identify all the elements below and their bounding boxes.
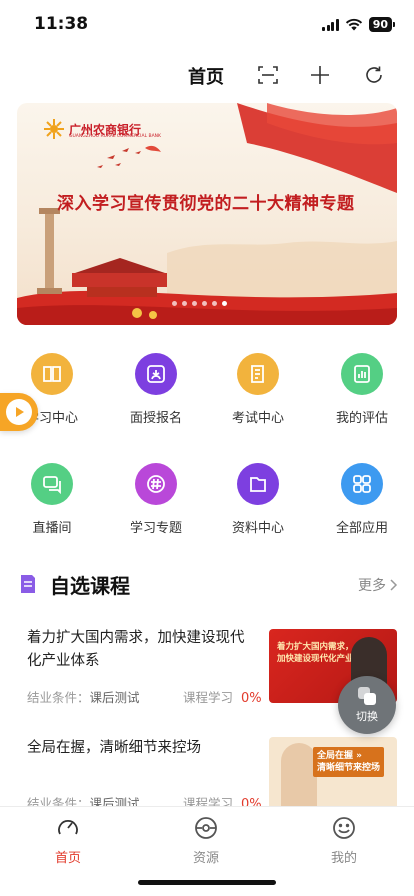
course-type: 课程学习 [183, 690, 234, 705]
course-title: 着力扩大国内需求，加快建设现代化产业体系 [27, 630, 245, 669]
wifi-icon [345, 18, 362, 31]
thumbnail-line: 清晰细节来控场 [317, 763, 381, 773]
course-status: 课程学习 0% [183, 687, 262, 706]
grid-icon-circle [135, 353, 177, 395]
carousel-dots [172, 301, 227, 306]
thumbnail-text: 全局在握 » 清晰细节来控场 [313, 747, 385, 777]
grid-label: 全部应用 [335, 521, 388, 536]
refresh-icon [366, 66, 382, 83]
grid-item-resource-center[interactable]: 资料中心 [206, 463, 310, 536]
smile-icon [333, 817, 355, 839]
refresh-button[interactable] [360, 61, 388, 89]
carousel-dot [202, 301, 207, 306]
course-list-icon [21, 575, 35, 593]
grid-label: 考试中心 [231, 411, 284, 426]
scan-button[interactable] [254, 61, 282, 89]
thumbnail-line: 全局在握 » [317, 751, 362, 761]
resource-disc-icon [195, 817, 217, 839]
plus-icon [311, 66, 329, 84]
chat-icon [43, 476, 61, 495]
grid-icon-circle [237, 463, 279, 505]
grid-icon-circle [31, 463, 73, 505]
play-button-inner [6, 399, 32, 425]
banner-headline: 深入学习宣传贯彻党的二十大精神专题 [57, 194, 355, 214]
condition-value: 课后测试 [89, 690, 140, 705]
status-icons: 90 [322, 17, 396, 32]
carousel-dot [172, 301, 177, 306]
page-title: 首页 [188, 67, 224, 88]
course-thumbnail: 全局在握 » 清晰细节来控场 [269, 737, 397, 811]
grid-label: 学习专题 [129, 521, 182, 536]
tab-label: 首页 [54, 851, 81, 866]
status-bar: 11:38 90 [0, 0, 414, 50]
course-title: 全局在握，清晰细节来控场 [27, 740, 201, 756]
home-indicator [138, 880, 276, 885]
bank-logo-icon [44, 119, 64, 139]
grid-icon-circle [135, 463, 177, 505]
floating-play-button[interactable] [0, 393, 38, 431]
tab-home[interactable]: 首页 [28, 815, 108, 866]
battery-indicator: 90 [368, 17, 396, 32]
apps-grid-icon [353, 475, 371, 493]
tab-label: 我的 [330, 851, 357, 866]
section-header: 自选课程 更多 [18, 568, 398, 600]
carousel-dot-active [222, 301, 227, 306]
status-time: 11:38 [34, 14, 89, 34]
grid-item-exam-center[interactable]: 考试中心 [206, 353, 310, 426]
chevron-right-icon [390, 579, 398, 591]
grid-item-my-evaluation[interactable]: 我的评估 [310, 353, 414, 426]
grid-icon-circle [341, 463, 383, 505]
grid-item-all-apps[interactable]: 全部应用 [310, 463, 414, 536]
home-gauge-icon [58, 820, 78, 835]
grid-icon-circle [341, 353, 383, 395]
grid-icon-circle [31, 353, 73, 395]
grid-item-study-topics[interactable]: 学习专题 [104, 463, 208, 536]
carousel-dot [182, 301, 187, 306]
exam-scroll-icon [251, 365, 264, 383]
course-condition: 结业条件：课后测试 [27, 687, 140, 706]
grid-label: 面授报名 [129, 411, 182, 426]
switch-button[interactable]: 切换 [338, 676, 396, 734]
tab-label: 资源 [192, 851, 219, 866]
carousel-dot [212, 301, 217, 306]
scan-icon [258, 66, 278, 84]
grid-label: 资料中心 [231, 521, 284, 536]
carousel-dot [192, 301, 197, 306]
section-title: 自选课程 [50, 574, 130, 598]
course-item[interactable]: 全局在握，清晰细节来控场 结业条件：课后测试 课程学习 0% 全局在握 » 清晰… [27, 737, 397, 817]
bank-logo-subtext: GUANGZHOU RURAL COMMERCIAL BANK [69, 134, 161, 139]
switch-label: 切换 [356, 710, 378, 723]
grid-item-live-room[interactable]: 直播间 [0, 463, 104, 536]
banner-carousel[interactable]: 广州农商银行 GUANGZHOU RURAL COMMERCIAL BANK 深… [17, 103, 397, 325]
play-icon [16, 407, 24, 417]
grid-label: 直播间 [32, 521, 72, 536]
signal-icon [322, 18, 339, 31]
tab-mine[interactable]: 我的 [304, 815, 384, 866]
folder-icon [250, 477, 266, 492]
hashtag-icon [147, 475, 165, 493]
switch-icon [358, 687, 376, 705]
grid-item-face-training-signup[interactable]: 面授报名 [104, 353, 208, 426]
report-icon [354, 365, 370, 383]
grid-icon-circle [237, 353, 279, 395]
book-icon [43, 366, 61, 382]
course-progress: 0% [240, 691, 262, 706]
condition-label: 结业条件： [27, 690, 90, 705]
lecturer-photo [281, 743, 317, 811]
tab-resources[interactable]: 资源 [166, 815, 246, 866]
more-link[interactable]: 更多 [358, 575, 398, 595]
add-button[interactable] [306, 61, 334, 89]
signup-icon [147, 365, 165, 383]
more-link-label: 更多 [358, 578, 386, 594]
header: 首页 [0, 55, 414, 95]
grid-label: 我的评估 [335, 411, 388, 426]
